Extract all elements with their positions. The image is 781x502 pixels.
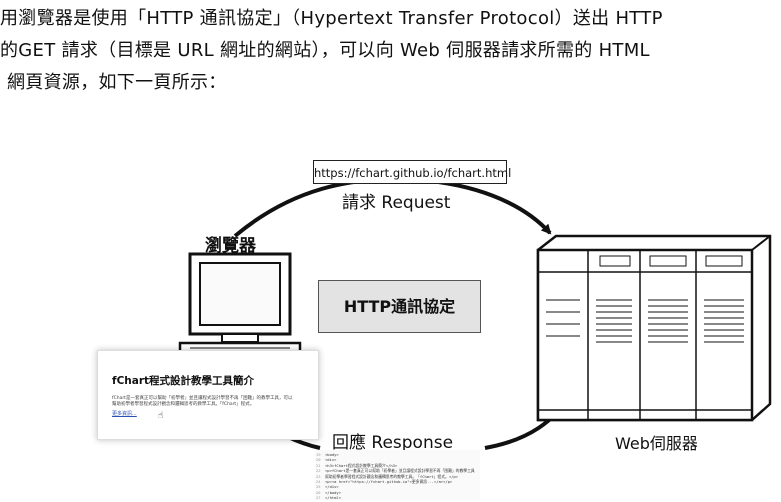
code-line: <div>: [325, 457, 337, 463]
hand-cursor-icon: ☝: [158, 411, 164, 421]
html-code-snippet: 19 <body> 20 <div> 21 <h3>fChart程式設計教學工具簡介</…: [315, 450, 480, 500]
code-line-number: 23: [316, 473, 321, 479]
code-line-number: 27: [316, 495, 321, 501]
code-line: <body>: [325, 452, 339, 457]
browser-label: 瀏覽器: [205, 236, 256, 256]
code-line-number: 24: [316, 479, 321, 484]
server-icon: [536, 234, 772, 422]
code-line: </body>: [325, 489, 342, 495]
code-line: </div>: [325, 484, 339, 490]
code-line-number: 21: [316, 462, 321, 468]
server-label: Web伺服器: [615, 434, 698, 453]
code-line-number: 26: [316, 489, 321, 495]
protocol-box: HTTP通訊協定: [318, 280, 481, 333]
code-line-number: 19: [316, 452, 321, 457]
computer-icon: [178, 252, 302, 355]
request-label: 請求 Request: [342, 193, 451, 213]
webpage-more-link: 更多資訊...: [112, 411, 137, 417]
code-line-number: 20: [316, 457, 321, 463]
code-line: <p><a href="https://fchart.github.io">更多…: [325, 479, 453, 484]
url-box: https://fchart.github.io/fchart.html: [313, 160, 511, 184]
webpage-title: fChart程式設計教學工具簡介: [112, 375, 255, 387]
code-line-number: 22: [316, 468, 321, 474]
code-line: </html>: [325, 495, 342, 501]
rendered-webpage-preview: fChart程式設計教學工具簡介 fChart是一套真正可以幫助「初學者」並且讓…: [97, 350, 319, 440]
code-line-number: 25: [316, 484, 321, 490]
webpage-desc-line-2: 幫助初學者學習程式設計觀念和邏輯思考的教學工具。「fChart」程式。: [112, 402, 255, 407]
